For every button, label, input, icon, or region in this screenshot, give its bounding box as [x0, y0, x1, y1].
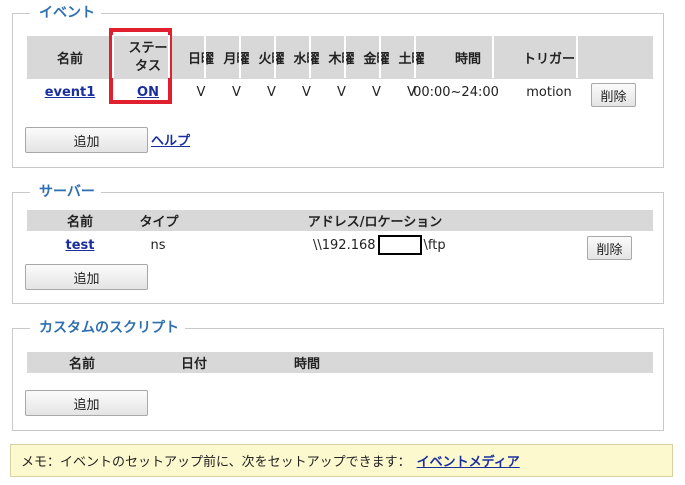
divider [274, 35, 276, 78]
col-actions [591, 36, 653, 79]
event-day-thu: V [337, 84, 346, 100]
col-script-name: 名前 [68, 357, 95, 372]
col-time: 時間 [454, 52, 481, 67]
col-script-extra [365, 352, 563, 373]
col-tue: 火曜 [258, 52, 285, 67]
col-script-time: 時間 [293, 357, 320, 372]
redaction-mask [377, 235, 422, 255]
server-address-prefix: \\192.168 [313, 237, 376, 253]
event-delete-button[interactable]: 削除 [591, 83, 636, 107]
divider [239, 35, 241, 78]
divider [168, 35, 170, 78]
divider [414, 35, 416, 78]
divider [379, 35, 381, 78]
events-panel: イベント 名前 ステー タス 日曜 月曜 火曜 水曜 木曜 金曜 土曜 時間 ト… [12, 4, 664, 168]
col-fri: 金曜 [363, 52, 390, 67]
divider [112, 35, 114, 78]
col-server-address: アドレス/ロケーション [307, 215, 443, 230]
col-wed: 水曜 [293, 52, 320, 67]
scripts-legend: カスタムのスクリプト [30, 319, 185, 337]
servers-table-header: 名前 タイプ アドレス/ロケーション [27, 210, 653, 231]
event-day-tue: V [267, 84, 276, 100]
server-delete-button[interactable]: 削除 [587, 236, 632, 260]
divider [492, 35, 494, 78]
col-mon: 月曜 [223, 52, 250, 67]
col-server-actions [567, 210, 653, 231]
servers-panel: サーバー 名前 タイプ アドレス/ロケーション test ns \\192.16… [12, 183, 664, 304]
event-day-sun: V [196, 84, 206, 100]
event-add-button[interactable]: 追加 [25, 127, 148, 153]
col-script-date: 日付 [180, 357, 207, 372]
scripts-panel: カスタムのスクリプト 名前 日付 時間 追加 [12, 319, 664, 431]
memo-text: メモ：イベントのセットアップ前に、次をセットアップできます： [21, 455, 411, 470]
divider [576, 35, 578, 78]
col-trigger: トリガー [522, 52, 575, 67]
event-status-link[interactable]: ON [113, 82, 183, 102]
servers-legend: サーバー [30, 183, 101, 201]
col-sun: 日曜 [187, 52, 214, 67]
events-legend: イベント [30, 4, 101, 22]
server-add-button[interactable]: 追加 [25, 264, 148, 290]
event-day-mon: V [232, 84, 241, 100]
memo-bar: メモ：イベントのセットアップ前に、次をセットアップできます： イベントメディア [10, 444, 673, 477]
col-server-type: タイプ [139, 215, 179, 230]
col-script-actions [565, 352, 653, 373]
server-type: ns [150, 237, 166, 253]
event-day-wed: V [302, 84, 311, 100]
server-address: \\192.168 \ftp [313, 235, 446, 255]
col-server-name: 名前 [66, 215, 93, 230]
col-name: 名前 [56, 52, 83, 67]
event-day-fri: V [372, 84, 381, 100]
event-time: 00:00~24:00 [413, 84, 499, 100]
col-thu: 木曜 [328, 52, 355, 67]
server-name-link[interactable]: test [27, 235, 133, 255]
script-add-button[interactable]: 追加 [25, 390, 148, 416]
scripts-table-header: 名前 日付 時間 [27, 352, 653, 373]
divider [204, 35, 206, 78]
help-link[interactable]: ヘルプ [151, 129, 190, 149]
divider [344, 35, 346, 78]
col-sat: 土曜 [398, 52, 425, 67]
divider [309, 35, 311, 78]
event-name-link[interactable]: event1 [27, 82, 113, 102]
event-media-link[interactable]: イベントメディア [417, 451, 520, 470]
server-address-suffix: \ftp [423, 237, 446, 253]
event-trigger: motion [526, 84, 572, 100]
